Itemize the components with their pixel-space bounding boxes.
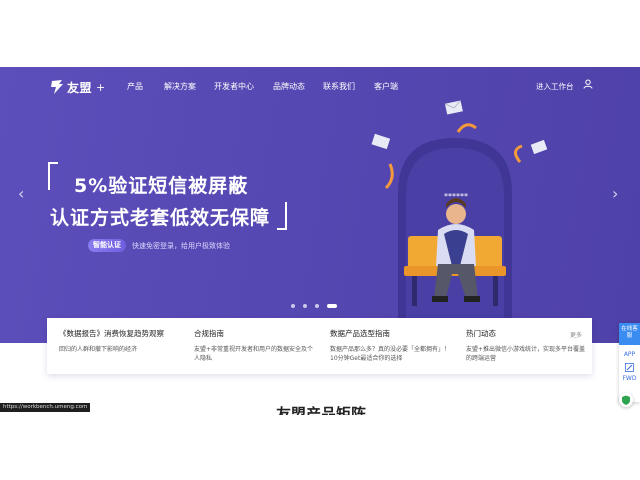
online-service-button[interactable]: 在线客服 — [619, 323, 640, 345]
section-title-clip: 友盟产品矩阵 — [0, 403, 640, 415]
app-button[interactable]: APP — [619, 351, 640, 358]
envelope-icon — [444, 100, 463, 115]
hero-subtitle: 快速免密登录，给用户极致体验 — [132, 242, 230, 250]
hero-headline-2: 认证方式老套低效无保障 — [50, 207, 271, 229]
brand-plus: + — [96, 80, 106, 94]
hero-illustration: ****** — [371, 100, 548, 328]
info-cell-compliance[interactable]: 合规指南 友盟+非常重视开发者和用户的数据安全及个人隐私 — [194, 328, 319, 363]
screenshot: { "brand": { "name": "友盟", "plus": "+" }… — [0, 0, 640, 480]
brand-name: 友盟 — [67, 80, 93, 95]
nav-item-solutions[interactable]: 解决方案 — [164, 81, 196, 92]
nav-item-developer-center[interactable]: 开发者中心 — [214, 81, 254, 92]
carousel-dot-active[interactable] — [327, 304, 337, 308]
nav-item-brand-news[interactable]: 品牌动态 — [273, 81, 305, 92]
float-toolbar: 在线客服 APP FWD — [619, 323, 640, 402]
cell-title: 合规指南 — [194, 329, 224, 338]
quote-bracket-right — [277, 202, 287, 230]
info-cell-selection-guide[interactable]: 数据产品选型指南 数据产品那么多？真的没必要「全都拥有」！10分钟Get最适合你… — [330, 328, 455, 363]
cell-desc: 数据产品那么多？真的没必要「全都拥有」！10分钟Get最适合你的选择 — [330, 346, 451, 362]
carousel-dot[interactable] — [315, 304, 319, 308]
info-cell-report[interactable]: 《数据报告》消费恢复趋势观察 回归的人群和撤下影响的经济 — [59, 328, 184, 354]
carousel-dots — [291, 304, 337, 308]
cell-desc: 回归的人群和撤下影响的经济 — [59, 346, 138, 353]
section-title: 友盟产品矩阵 — [276, 405, 367, 415]
carousel-dot[interactable] — [291, 304, 295, 308]
nav-item-client[interactable]: 客户端 — [374, 81, 398, 92]
nav-item-products[interactable]: 产品 — [127, 81, 143, 92]
status-url: https://workbench.umeng.com — [0, 403, 91, 412]
cell-title: 数据产品选型指南 — [330, 329, 390, 338]
fwd-button[interactable]: FWD — [619, 375, 640, 382]
smart-auth-badge: 智能认证 — [88, 239, 126, 252]
edit-icon[interactable] — [625, 363, 634, 372]
workspace-link[interactable]: 进入工作台 — [536, 81, 574, 92]
logo-mark-icon — [51, 80, 63, 94]
nav-item-contact[interactable]: 联系我们 — [323, 81, 355, 92]
carousel-dot[interactable] — [303, 304, 307, 308]
user-icon[interactable] — [583, 79, 593, 89]
page-below-fold — [0, 415, 640, 480]
cell-desc: 友盟+推出微信小游戏统计，实现多平台覆盖的跨端运营 — [466, 346, 586, 362]
info-card: 《数据报告》消费恢复趋势观察 回归的人群和撤下影响的经济 合规指南 友盟+非常重… — [47, 318, 592, 374]
carousel-next-icon[interactable]: › — [612, 184, 618, 203]
quote-bracket-left — [48, 162, 58, 190]
carousel-prev-icon[interactable]: ‹ — [18, 184, 24, 203]
cell-title: 《数据报告》消费恢复趋势观察 — [59, 329, 164, 338]
more-link[interactable]: 更多 — [570, 330, 582, 339]
hero-headline-1: 5%验证短信被屏蔽 — [74, 175, 249, 197]
cell-desc: 友盟+非常重视开发者和用户的数据安全及个人隐私 — [194, 346, 314, 362]
umeng-logo[interactable]: 友盟 + — [50, 78, 105, 96]
